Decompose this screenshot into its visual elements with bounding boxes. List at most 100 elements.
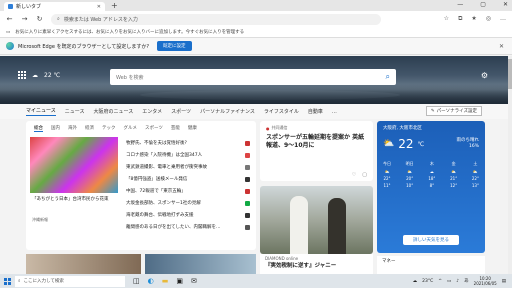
nav-more-icon[interactable]: … (332, 109, 337, 115)
headline-item[interactable]: 離間感のある日がを出てしたい、内閣職解を… (126, 221, 250, 233)
nav-item-sports[interactable]: スポーツ (171, 108, 191, 115)
main-story-caption[interactable]: 「あちがとう日本」台湾市民から花束 (32, 197, 118, 203)
subtab-sports[interactable]: スポーツ (145, 125, 163, 132)
forward-icon[interactable]: → (21, 15, 28, 23)
nav-item-entertainment[interactable]: エンタメ (142, 108, 162, 115)
cloud-sun-icon: ⛅ (407, 169, 413, 174)
nav-item-my-news[interactable]: マイニュース (26, 107, 56, 116)
new-tab-button[interactable]: + (111, 1, 118, 10)
weather-current: ⛅ 22 ℃ 雨のち晴れ 16% (383, 137, 479, 151)
ime-icon[interactable]: あ (464, 278, 469, 284)
weather-humidity: 16% (468, 144, 479, 149)
hero-banner: ☁ 22 ℃ Web を検索 ⌕ ⚙ (0, 56, 512, 104)
minimize-icon[interactable]: — (457, 1, 463, 8)
forecast-label: 土 (473, 161, 478, 166)
personalize-button[interactable]: ✎ パーソナライズ設定 (425, 106, 482, 116)
taskbar-search-input[interactable]: ⌕ ここに入力して検索 (15, 275, 125, 287)
headline-item[interactable]: コロナ感染「入院待機」は全国347人 (126, 149, 250, 161)
feature-story-card[interactable]: ● 共同通信 スポンサーが五輪延期を提案か 英紙報道、9～10月に ♡ ▢ (260, 121, 373, 181)
nav-item-finance[interactable]: パーソナルファイナンス (200, 108, 255, 115)
tab-close-icon[interactable]: ✕ (97, 4, 101, 10)
address-input[interactable]: ⌕ 検索または Web アドレスを入力 (51, 13, 381, 25)
source-logo-icon (245, 224, 250, 230)
weather-unit: ℃ (417, 140, 425, 148)
feature-actions: ♡ ▢ (352, 172, 367, 178)
volume-icon[interactable]: ♪ (456, 279, 459, 284)
chevron-up-icon[interactable]: ^ (438, 279, 442, 284)
network-icon[interactable]: ▭ (447, 279, 451, 284)
tray-temp[interactable]: 23°C (422, 279, 433, 284)
comment-icon[interactable]: ▢ (362, 172, 367, 178)
address-bar: ← → ↻ ⌕ 検索または Web アドレスを入力 ☆ ⧉ ★ ◎ … (0, 11, 512, 27)
nav-item-lifestyle[interactable]: ライフスタイル (264, 108, 299, 115)
scrollbar-thumb[interactable] (508, 59, 512, 89)
subtab-domestic[interactable]: 国内 (51, 125, 60, 132)
nav-item-news[interactable]: ニュース (65, 108, 85, 115)
web-search-input[interactable]: Web を検索 ⌕ (110, 69, 396, 85)
bottom-photo-card-1[interactable] (26, 254, 141, 274)
subtab-gourmet[interactable]: グルメ (124, 125, 138, 132)
notification-icon[interactable]: ▤ (502, 279, 506, 284)
forecast-label: 明日 (405, 161, 414, 166)
bottom-story-card[interactable]: DIAMOND online 『実効税制に逆す』ジャニー (260, 254, 373, 274)
apps-grid-icon[interactable] (18, 71, 26, 79)
weather-details-button[interactable]: 詳しい天気を見る (403, 235, 459, 245)
mail-icon[interactable]: ✉ (191, 277, 197, 285)
weather-tray-icon[interactable]: ☁ (413, 279, 418, 284)
default-browser-infobar: Microsoft Edge を既定のブラウザーとして設定しますか? 既定に設定… (0, 38, 512, 55)
headline-item[interactable]: 海老蔵の舞台、伝戦地打ずみ支援 (126, 209, 250, 221)
main-story-source: 沖縄新報 (32, 217, 48, 222)
file-explorer-icon[interactable]: ▬ (162, 277, 169, 285)
cloud-sun-icon: ⛅ (451, 169, 457, 174)
edge-taskbar-icon[interactable]: ◐ (148, 277, 154, 285)
photo-story-card[interactable] (260, 186, 373, 254)
store-icon[interactable]: ▣ (176, 277, 183, 285)
hero-mountains (0, 84, 512, 104)
collections-icon[interactable]: ⧉ (458, 15, 462, 23)
headline-item[interactable]: 中国、72報道で「東京五輪」 (126, 185, 250, 197)
subtab-general[interactable]: 総合 (34, 125, 43, 132)
subtab-entertainment[interactable]: 芸能 (171, 125, 180, 132)
subtab-health[interactable]: 健康 (188, 125, 197, 132)
weather-card[interactable]: 大阪府, 大阪市北区 ⛅ 22 ℃ 雨のち晴れ 16% 今日 ⛅ 22° 11° 明日… (377, 121, 485, 253)
headline-item[interactable]: 東武鉄道撮影、電車と乗用者が衝突事故 (126, 161, 250, 173)
flowers-image[interactable] (30, 137, 118, 193)
headline-item[interactable]: 牧野氏、不倫を夫は覚悟好後? (126, 137, 250, 149)
bottom-photo-card-2[interactable] (145, 254, 256, 274)
clock[interactable]: 10:20 2021/06/05 (474, 276, 497, 286)
favorites-icon[interactable]: ★ (471, 15, 476, 23)
headline-item[interactable]: 大坂金長部防、スポンサー1社の見解 (126, 197, 250, 209)
search-submit-icon[interactable]: ⌕ (386, 72, 390, 82)
task-view-icon[interactable]: ◫ (133, 277, 140, 285)
subtab-tech[interactable]: テック (102, 125, 116, 132)
nav-item-osaka-news[interactable]: 大阪府のニュース (94, 108, 134, 115)
page-scrollbar[interactable] (508, 56, 512, 274)
forecast-low: 10° (406, 183, 414, 188)
more-menu-icon[interactable]: … (500, 15, 506, 23)
forecast-high: 18° (428, 176, 436, 181)
infobar-close-icon[interactable]: ✕ (499, 43, 504, 50)
close-window-icon[interactable]: ✕ (503, 1, 508, 8)
refresh-icon[interactable]: ↻ (36, 15, 43, 23)
nav-item-autos[interactable]: 自動車 (308, 108, 323, 115)
favorite-star-icon[interactable]: ☆ (444, 15, 449, 23)
back-icon[interactable]: ← (6, 15, 13, 23)
money-card[interactable]: マネー (377, 256, 485, 274)
subtab-overseas[interactable]: 海外 (68, 125, 77, 132)
cloud-sun-icon: ⛅ (383, 139, 395, 149)
maximize-icon[interactable]: ▢ (480, 1, 486, 8)
set-default-button[interactable]: 既定に設定 (157, 41, 192, 51)
favorites-message[interactable]: お気に入りに素早くアクセスするには、お気に入りをお気に入りバーに追加します。今す… (15, 29, 244, 35)
pencil-icon: ✎ (430, 108, 435, 114)
browser-tab[interactable]: 新しいタブ ✕ (4, 2, 105, 11)
settings-gear-icon[interactable]: ⚙ (481, 71, 488, 80)
start-windows-icon[interactable] (4, 277, 11, 285)
like-icon[interactable]: ♡ (352, 172, 356, 178)
forecast-day: 土 ⛅ 22° 13° (472, 161, 479, 188)
headline-item[interactable]: 「8億円強盗」送検メール発信 (126, 173, 250, 185)
weather-location: 大阪府, 大阪市北区 (383, 126, 422, 131)
subtab-economy[interactable]: 経済 (85, 125, 94, 132)
hero-temp[interactable]: 22 ℃ (44, 72, 60, 79)
feature-title[interactable]: スポンサーが五輪延期を提案か 英紙報道、9～10月に (266, 134, 367, 150)
profile-icon[interactable]: ◎ (486, 15, 491, 23)
